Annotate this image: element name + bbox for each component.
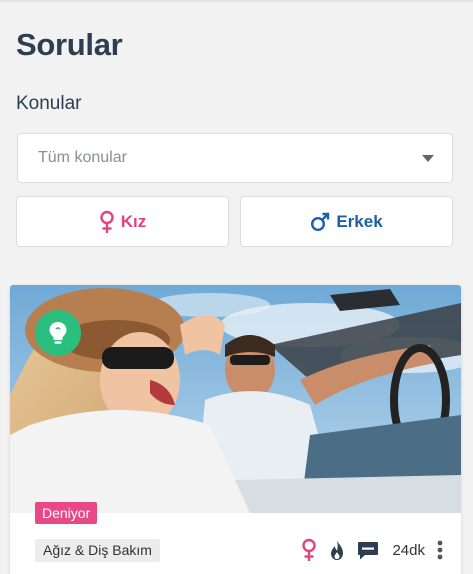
male-filter-button[interactable]: Erkek (240, 196, 453, 247)
card-meta: 24dk (301, 536, 443, 564)
category-chip[interactable]: Ağız & Diş Bakım (35, 539, 160, 562)
top-divider (0, 0, 473, 2)
page-title: Sorular (16, 27, 123, 62)
male-filter-label: Erkek (336, 211, 383, 231)
comment-icon[interactable] (357, 539, 379, 561)
topic-select-value: Tüm konular (38, 149, 127, 166)
topic-select[interactable]: Tüm konular (17, 133, 453, 183)
female-icon (302, 538, 317, 561)
chevron-down-icon (422, 154, 434, 162)
topics-label: Konular (16, 93, 82, 114)
questions-page: Sorular Konular Tüm konular Kız Erkek De… (0, 0, 473, 574)
female-filter-label: Kız (120, 211, 147, 231)
lightbulb-icon (49, 322, 67, 344)
lightbulb-badge (35, 310, 81, 356)
more-vertical-icon[interactable] (437, 539, 443, 561)
female-icon (100, 210, 114, 233)
flame-icon (331, 540, 344, 560)
female-filter-button[interactable]: Kız (16, 196, 229, 247)
question-card-image[interactable] (10, 285, 461, 513)
question-card[interactable]: Deniyor Ağız & Diş Bakım 24dk (10, 285, 461, 574)
male-icon (311, 212, 330, 231)
post-time: 24dk (392, 541, 425, 559)
status-badge: Deniyor (35, 502, 98, 524)
